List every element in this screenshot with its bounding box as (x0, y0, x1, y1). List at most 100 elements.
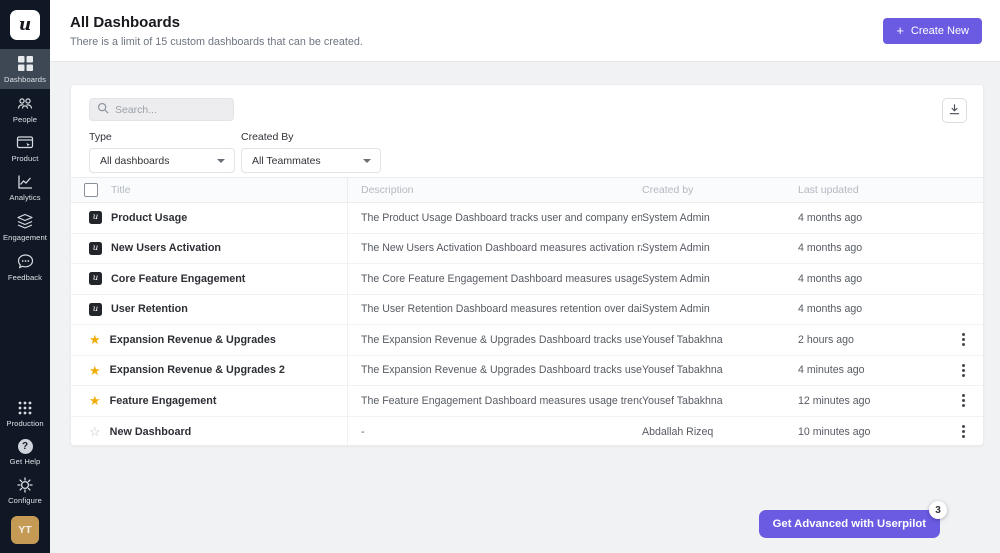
created-by: Yousef Tabakhna (642, 364, 798, 376)
created-by-dropdown-value: All Teammates (252, 155, 321, 167)
main-area: All Dashboards There is a limit of 15 cu… (50, 0, 1000, 553)
table-row[interactable]: ★ Expansion Revenue & Upgrades The Expans… (71, 325, 983, 356)
help-icon: ? (18, 439, 33, 454)
last-updated: 4 months ago (798, 273, 943, 285)
content-area: Type All dashboards Created By All Teamm… (50, 62, 1000, 553)
dashboard-description: The Product Usage Dashboard tracks user … (348, 212, 642, 224)
type-dropdown[interactable]: All dashboards (89, 148, 235, 173)
star-filled-icon[interactable]: ★ (89, 364, 101, 377)
star-outline-icon[interactable]: ☆ (89, 425, 101, 438)
sidebar-item-label: Production (6, 419, 43, 428)
table-row[interactable]: uProduct Usage The Product Usage Dashboa… (71, 203, 983, 234)
page-header: All Dashboards There is a limit of 15 cu… (50, 0, 1000, 62)
last-updated: 4 months ago (798, 303, 943, 315)
dashboard-description: The Expansion Revenue & Upgrades Dashboa… (348, 334, 642, 346)
search-input[interactable] (115, 104, 225, 116)
column-header-created-by: Created by (642, 184, 798, 196)
sidebar-item-label: Engagement (3, 233, 47, 242)
sidebar-item-label: People (13, 115, 37, 124)
select-all-checkbox[interactable] (84, 183, 98, 197)
last-updated: 4 months ago (798, 242, 943, 254)
created-by: System Admin (642, 303, 798, 315)
table-row[interactable]: ★ Feature Engagement The Feature Engageme… (71, 386, 983, 417)
sidebar-item-configure[interactable]: Configure (0, 471, 50, 510)
dashboards-icon (17, 55, 34, 72)
table-header: Title Description Created by Last update… (71, 177, 983, 203)
table-row[interactable]: ★Expansion Revenue & Upgrades 2 The Expa… (71, 356, 983, 387)
sidebar-item-people[interactable]: People (0, 89, 50, 129)
table-row[interactable]: uUser Retention The User Retention Dashb… (71, 295, 983, 326)
table-body: uProduct Usage The Product Usage Dashboa… (71, 203, 983, 446)
row-menu-icon[interactable] (962, 338, 965, 341)
sidebar-item-label: Feedback (8, 273, 42, 282)
created-by: System Admin (642, 242, 798, 254)
created-by: Abdallah Rizeq (642, 426, 798, 438)
column-header-last-updated: Last updated (798, 184, 943, 196)
get-advanced-label: Get Advanced with Userpilot (773, 518, 926, 530)
production-grid-icon (17, 400, 33, 416)
search-box (89, 98, 234, 121)
dashboard-title: Expansion Revenue & Upgrades (110, 334, 276, 346)
dashboard-description: The Core Feature Engagement Dashboard me… (348, 273, 642, 285)
dashboard-description: The New Users Activation Dashboard measu… (348, 242, 642, 254)
star-filled-icon[interactable]: ★ (89, 394, 101, 407)
sidebar-item-feedback[interactable]: Feedback (0, 247, 50, 287)
user-avatar[interactable]: YT (11, 516, 39, 544)
dashboard-title: Core Feature Engagement (111, 273, 245, 285)
create-new-label: Create New (911, 25, 969, 37)
card-toolbar: Type All dashboards Created By All Teamm… (71, 85, 983, 177)
created-by-dropdown[interactable]: All Teammates (241, 148, 381, 173)
sidebar-item-engagement[interactable]: Engagement (0, 207, 50, 247)
filter-type-label: Type (89, 131, 235, 143)
dashboards-card: Type All dashboards Created By All Teamm… (70, 84, 984, 446)
userpilot-badge-icon: u (89, 242, 102, 255)
row-menu-icon[interactable] (962, 430, 965, 433)
sidebar-item-label: Dashboards (4, 75, 46, 84)
userpilot-badge-icon: u (89, 272, 102, 285)
sidebar-item-product[interactable]: Product (0, 129, 50, 168)
row-menu-icon[interactable] (962, 399, 965, 402)
export-button[interactable] (942, 98, 967, 123)
people-icon (16, 95, 34, 112)
product-icon (16, 135, 34, 151)
sidebar-item-label: Get Help (10, 457, 41, 466)
last-updated: 10 minutes ago (798, 426, 943, 438)
row-menu-icon[interactable] (962, 369, 965, 372)
sidebar-item-dashboards[interactable]: Dashboards (0, 49, 50, 89)
sidebar-item-analytics[interactable]: Analytics (0, 168, 50, 207)
star-filled-icon[interactable]: ★ (89, 333, 101, 346)
create-new-button[interactable]: + Create New (883, 18, 982, 44)
feedback-icon (17, 253, 34, 270)
table-row[interactable]: uNew Users Activation The New Users Acti… (71, 234, 983, 265)
sidebar-item-label: Product (12, 154, 39, 163)
type-dropdown-value: All dashboards (100, 155, 169, 167)
dashboard-description: - (348, 426, 642, 438)
dashboard-description: The Feature Engagement Dashboard measure… (348, 395, 642, 407)
last-updated: 4 minutes ago (798, 364, 943, 376)
filter-created-by-label: Created By (241, 131, 381, 143)
app-root: u Dashboards People Product Analytics (0, 0, 1000, 553)
last-updated: 4 months ago (798, 212, 943, 224)
dashboard-description: The Expansion Revenue & Upgrades Dashboa… (348, 364, 642, 376)
column-header-description: Description (348, 184, 642, 196)
created-by: Yousef Tabakhna (642, 334, 798, 346)
dashboard-description: The User Retention Dashboard measures re… (348, 303, 642, 315)
sidebar-item-production[interactable]: Production (0, 394, 50, 433)
dashboard-title: New Dashboard (110, 426, 192, 438)
search-icon (97, 101, 109, 119)
column-header-title: Title (111, 184, 130, 196)
userpilot-logo[interactable]: u (10, 10, 40, 40)
download-icon (948, 103, 961, 119)
table-row[interactable]: ☆ New Dashboard - Abdallah Rizeq 10 minut… (71, 417, 983, 447)
get-advanced-button[interactable]: Get Advanced with Userpilot 3 (759, 510, 940, 538)
userpilot-badge-icon: u (89, 303, 102, 316)
chevron-down-icon (363, 159, 371, 163)
last-updated: 2 hours ago (798, 334, 943, 346)
dashboard-title: Feature Engagement (110, 395, 217, 407)
table-row[interactable]: u Core Feature Engagement The Core Featur… (71, 264, 983, 295)
sidebar-item-label: Analytics (9, 193, 40, 202)
sidebar: u Dashboards People Product Analytics (0, 0, 50, 553)
sidebar-item-get-help[interactable]: ? Get Help (0, 433, 50, 471)
page-title: All Dashboards (70, 14, 363, 31)
filters-row: Type All dashboards Created By All Teamm… (89, 131, 967, 173)
